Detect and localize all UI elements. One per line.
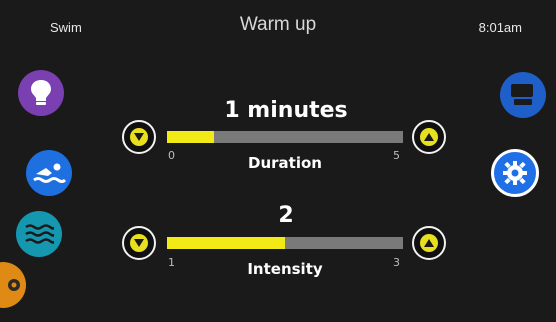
intensity-slider[interactable] — [167, 237, 403, 249]
settings-button[interactable] — [491, 149, 539, 197]
duration-label: Duration — [248, 154, 322, 172]
clock: 8:01am — [478, 20, 522, 35]
intensity-max: 3 — [393, 256, 400, 269]
down-arrow-icon — [134, 239, 144, 247]
up-arrow-icon — [424, 133, 434, 141]
duration-value: 1 minutes — [224, 98, 348, 123]
gear-icon — [8, 279, 20, 291]
up-arrow-icon-bg — [420, 128, 438, 146]
swim-button[interactable] — [26, 150, 72, 196]
display-button[interactable] — [500, 72, 546, 118]
duration-min: 0 — [168, 149, 175, 162]
duration-max: 5 — [393, 149, 400, 162]
water-button[interactable] — [16, 211, 62, 257]
intensity-slider-fill — [167, 237, 285, 249]
down-arrow-icon-bg — [130, 234, 148, 252]
intensity-increase-button[interactable] — [412, 226, 446, 260]
duration-slider[interactable] — [167, 131, 403, 143]
up-arrow-icon — [424, 239, 434, 247]
duration-decrease-button[interactable] — [122, 120, 156, 154]
status-bar: Swim Warm up 8:01am — [0, 0, 556, 48]
intensity-label: Intensity — [247, 260, 323, 278]
up-arrow-icon-bg — [420, 234, 438, 252]
down-arrow-icon — [134, 133, 144, 141]
gear-icon — [503, 161, 527, 185]
light-button[interactable] — [18, 70, 64, 116]
duration-slider-fill — [167, 131, 215, 143]
monitor-keyboard-icon — [511, 84, 533, 105]
duration-increase-button[interactable] — [412, 120, 446, 154]
intensity-decrease-button[interactable] — [122, 226, 156, 260]
page-title: Warm up — [239, 14, 317, 35]
intensity-value: 2 — [278, 203, 294, 228]
water-waves-icon — [25, 224, 54, 244]
swimmer-icon — [33, 163, 66, 183]
down-arrow-icon-bg — [130, 128, 148, 146]
lightbulb-icon — [31, 80, 51, 105]
partial-gear-button[interactable] — [0, 262, 26, 308]
screen: Swim Warm up 8:01am 1 minutes 0 5 Durati… — [0, 0, 556, 322]
intensity-min: 1 — [168, 256, 175, 269]
